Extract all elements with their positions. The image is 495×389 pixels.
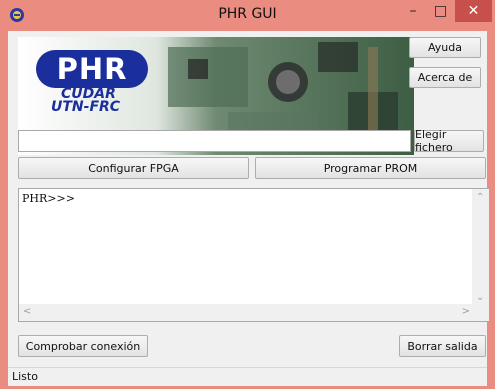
configure-fpga-button[interactable]: Configurar FPGA [18,157,249,179]
chevron-up-icon[interactable]: ⌃ [476,192,484,203]
minimize-button[interactable]: – [399,0,427,22]
about-button[interactable]: Acerca de [409,67,481,88]
choose-file-button[interactable]: Elegir fichero [414,128,484,154]
check-connection-button[interactable]: Comprobar conexión [18,335,148,357]
status-text: Listo [12,370,38,383]
logo: PHR CUDAR UTN-FRC [33,50,153,116]
horizontal-scrollbar[interactable]: < > [19,304,474,321]
close-icon: ✕ [467,3,480,19]
minimize-icon: – [409,3,417,19]
maximize-icon: □ [433,3,448,19]
title-bar[interactable]: PHR GUI – □ ✕ [0,0,495,31]
scroll-corner [472,304,489,321]
chevron-down-icon[interactable]: ⌄ [476,292,484,303]
output-console[interactable]: PHR>>> ⌃ ⌄ < > [18,188,490,322]
app-window: PHR GUI – □ ✕ PHR CUDAR UTN-FRC Ayuda Ac… [0,0,495,389]
chevron-right-icon[interactable]: > [462,306,470,317]
maximize-button[interactable]: □ [427,0,454,22]
chevron-left-icon[interactable]: < [23,306,31,317]
status-bar: Listo [8,367,487,386]
clear-output-button[interactable]: Borrar salida [399,335,486,357]
console-prompt: PHR>>> [22,192,75,205]
logo-line-2: UTN-FRC [51,99,121,115]
program-prom-button[interactable]: Programar PROM [255,157,486,179]
close-button[interactable]: ✕ [455,0,492,22]
file-path-input[interactable] [18,130,411,152]
vertical-scrollbar[interactable]: ⌃ ⌄ [472,189,489,305]
logo-text: PHR [56,52,128,86]
main-panel: PHR CUDAR UTN-FRC Ayuda Acerca de Elegir… [8,31,490,367]
help-button[interactable]: Ayuda [409,37,481,58]
